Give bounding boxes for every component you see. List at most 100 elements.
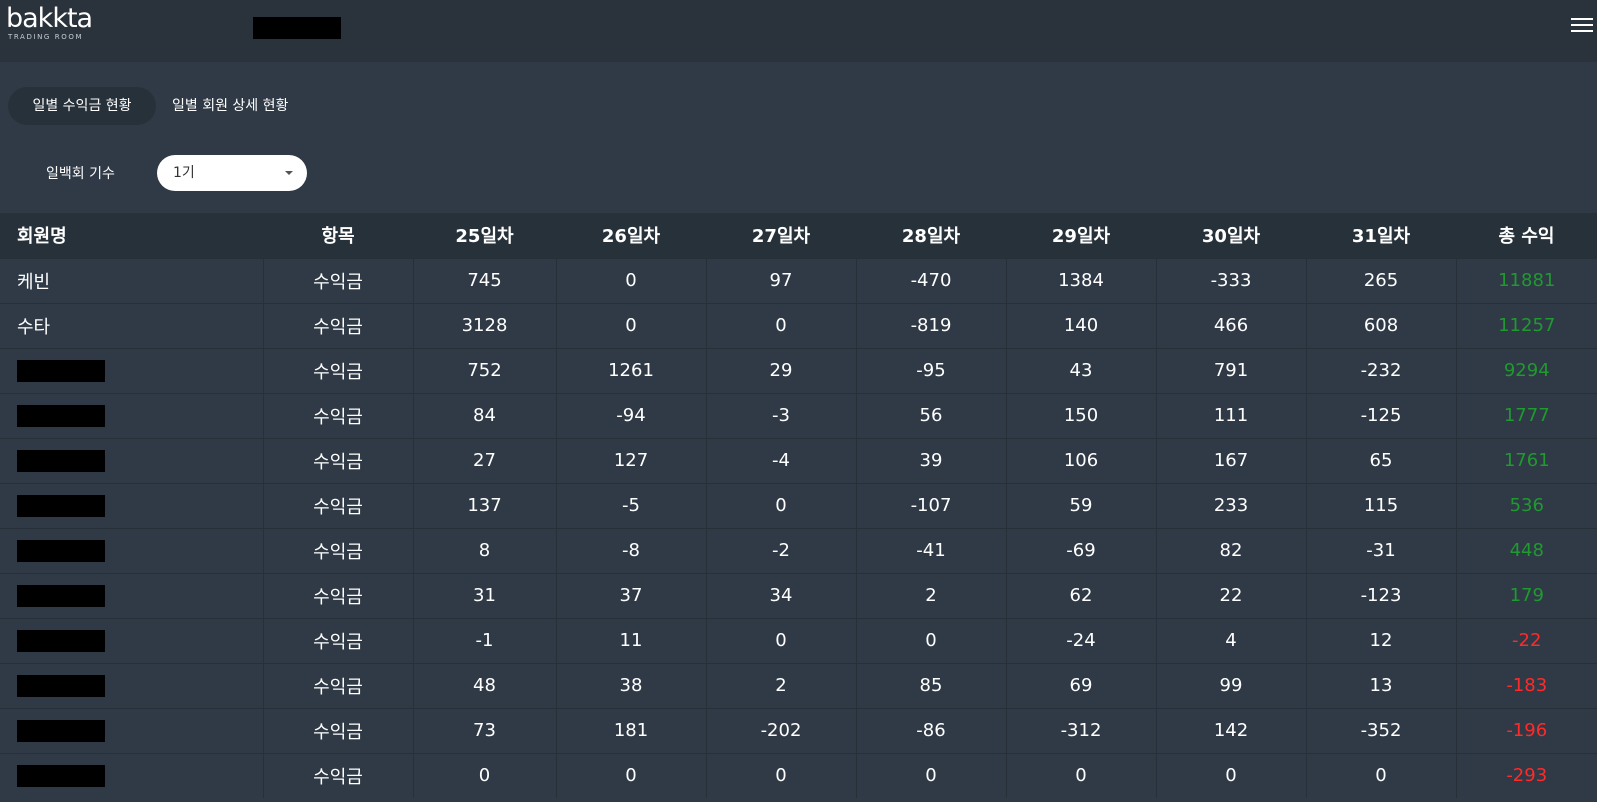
hamburger-menu-icon[interactable]: [1571, 14, 1593, 36]
daily-value-cell: 84: [413, 393, 557, 438]
daily-value-cell: 111: [1156, 393, 1307, 438]
daily-value-cell: 0: [706, 303, 857, 348]
daily-value-cell: -202: [706, 708, 857, 753]
daily-value-cell: 0: [856, 753, 1007, 798]
total-profit-cell: 179: [1509, 585, 1544, 606]
daily-value-cell: -1: [413, 618, 557, 663]
daily-value-cell: 56: [856, 393, 1007, 438]
total-profit-cell: -22: [1512, 630, 1542, 651]
total-profit-cell: 11881: [1498, 270, 1556, 291]
logo[interactable]: bakkta TRADING ROOM: [6, 5, 98, 43]
item-cell: 수익금: [263, 708, 414, 753]
daily-value-cell: 37: [556, 573, 707, 618]
daily-value-cell: 791: [1156, 348, 1307, 393]
daily-value-cell: -352: [1306, 708, 1457, 753]
redacted-name: [17, 584, 105, 607]
daily-value-cell: 0: [556, 753, 707, 798]
redacted-name: [17, 359, 105, 382]
daily-value-cell: 4: [1156, 618, 1307, 663]
daily-value-cell: -86: [856, 708, 1007, 753]
daily-value-cell: 31: [413, 573, 557, 618]
daily-value-cell: 0: [1156, 753, 1307, 798]
daily-value-cell: 12: [1306, 618, 1457, 663]
daily-value-cell: 65: [1306, 438, 1457, 483]
redacted-name: [17, 539, 105, 562]
daily-value-cell: 73: [413, 708, 557, 753]
daily-value-cell: -8: [556, 528, 707, 573]
daily-value-cell: 59: [1006, 483, 1157, 528]
daily-value-cell: 34: [706, 573, 857, 618]
daily-value-cell: 106: [1006, 438, 1157, 483]
item-cell: 수익금: [263, 753, 414, 798]
table-row: 수익금 84 -94 -3 56 150 111 -125 1777: [0, 393, 1597, 438]
profit-table: 회원명 항목 25일차 26일차 27일차 28일차 29일차 30일차 31일…: [0, 213, 1597, 798]
redacted-block: [253, 17, 341, 39]
cohort-select[interactable]: 1기: [157, 155, 307, 191]
item-cell: 수익금: [263, 663, 414, 708]
daily-value-cell: 0: [706, 618, 857, 663]
daily-value-cell: -41: [856, 528, 1007, 573]
column-header: 30일차: [1201, 226, 1261, 248]
daily-value-cell: -4: [706, 438, 857, 483]
daily-value-cell: 181: [556, 708, 707, 753]
daily-value-cell: -470: [856, 258, 1007, 303]
daily-value-cell: 0: [1006, 753, 1157, 798]
daily-value-cell: 99: [1156, 663, 1307, 708]
logo-subtitle: TRADING ROOM: [8, 33, 84, 41]
item-cell: 수익금: [263, 438, 414, 483]
daily-value-cell: 0: [706, 753, 857, 798]
total-profit-cell: 1777: [1503, 405, 1550, 426]
daily-value-cell: -232: [1306, 348, 1457, 393]
column-header: 총 수익: [1498, 226, 1555, 248]
daily-value-cell: -125: [1306, 393, 1457, 438]
daily-value-cell: 127: [556, 438, 707, 483]
column-header: 항목: [321, 226, 355, 248]
daily-value-cell: -94: [556, 393, 707, 438]
daily-value-cell: 0: [706, 483, 857, 528]
table-row: 수익금 8 -8 -2 -41 -69 82 -31 448: [0, 528, 1597, 573]
table-row: 수타 수익금 3128 0 0 -819 140 466 608 11257: [0, 303, 1597, 348]
table-row: 케빈 수익금 745 0 97 -470 1384 -333 265 11881: [0, 258, 1597, 303]
daily-value-cell: 142: [1156, 708, 1307, 753]
member-name-cell: [0, 348, 264, 393]
daily-value-cell: 0: [856, 618, 1007, 663]
total-profit-cell: -196: [1506, 720, 1548, 741]
redacted-name: [17, 629, 105, 652]
tab-daily-member-detail[interactable]: 일별 회원 상세 현황: [148, 87, 312, 125]
item-cell: 수익금: [263, 618, 414, 663]
total-profit-cell: 448: [1509, 540, 1544, 561]
daily-value-cell: 82: [1156, 528, 1307, 573]
table-row: 수익금 48 38 2 85 69 99 13 -183: [0, 663, 1597, 708]
member-name-cell: [0, 393, 264, 438]
top-bar: bakkta TRADING ROOM: [0, 0, 1597, 62]
column-header: 25일차: [455, 226, 514, 248]
daily-value-cell: 115: [1306, 483, 1457, 528]
daily-value-cell: 8: [413, 528, 557, 573]
daily-value-cell: 69: [1006, 663, 1157, 708]
redacted-name: [17, 494, 105, 517]
daily-value-cell: -69: [1006, 528, 1157, 573]
daily-value-cell: -312: [1006, 708, 1157, 753]
daily-value-cell: 265: [1306, 258, 1457, 303]
daily-value-cell: 39: [856, 438, 1007, 483]
member-name-cell: [0, 663, 264, 708]
daily-value-cell: 22: [1156, 573, 1307, 618]
tab-daily-profit[interactable]: 일별 수익금 현황: [8, 87, 156, 125]
daily-value-cell: 1261: [556, 348, 707, 393]
member-name-cell: [0, 438, 264, 483]
column-header: 28일차: [901, 226, 961, 248]
daily-value-cell: 29: [706, 348, 857, 393]
member-name-cell: [0, 528, 264, 573]
redacted-name: [17, 449, 105, 472]
table-row: 수익금 31 37 34 2 62 22 -123 179: [0, 573, 1597, 618]
column-header: 27일차: [751, 226, 811, 248]
redacted-name: [17, 674, 105, 697]
daily-value-cell: 0: [1306, 753, 1457, 798]
daily-value-cell: 38: [556, 663, 707, 708]
daily-value-cell: 27: [413, 438, 557, 483]
member-name-cell: [0, 483, 264, 528]
daily-value-cell: 62: [1006, 573, 1157, 618]
daily-value-cell: 97: [706, 258, 857, 303]
total-profit-cell: 9294: [1503, 360, 1550, 381]
daily-value-cell: 137: [413, 483, 557, 528]
